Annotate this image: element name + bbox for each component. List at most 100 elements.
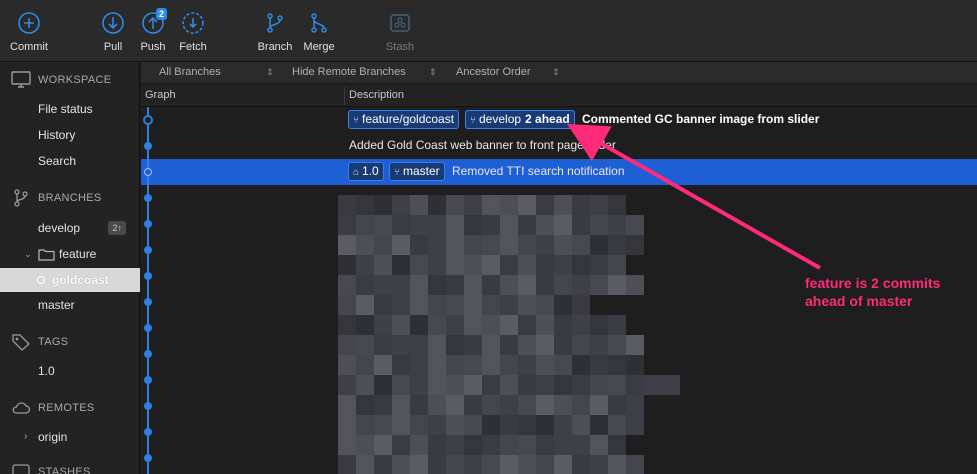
annotation-text: feature is 2 commits ahead of master xyxy=(805,274,940,310)
commit-node xyxy=(144,428,152,436)
tags-title: TAGS xyxy=(38,336,69,348)
chevron-updown-icon: ⇕ xyxy=(266,67,274,77)
stashes-header[interactable]: STASHES xyxy=(0,460,140,474)
sidebar-item-history[interactable]: History xyxy=(0,123,140,147)
fetch-icon xyxy=(182,12,204,34)
arrow-down-circle-icon xyxy=(102,12,124,34)
filter-bar: All Branches ⇕ Hide Remote Branches ⇕ An… xyxy=(141,62,977,84)
graph-column-header[interactable]: Graph xyxy=(145,89,176,101)
branch-tag-label: feature/goldcoast xyxy=(362,112,455,126)
origin-label: origin xyxy=(38,430,68,444)
description-column-header[interactable]: Description xyxy=(349,89,404,101)
column-header: Graph Description xyxy=(141,85,977,107)
commit-message: Added Gold Coast web banner to front pag… xyxy=(349,138,616,152)
commit-row-selected[interactable]: ⌂ 1.0 ⑂ master Removed TTI search notifica… xyxy=(141,159,977,185)
feature-label: feature xyxy=(59,247,97,261)
tag-label: 1.0 xyxy=(362,164,379,178)
annotation-line-1: feature is 2 commits xyxy=(805,275,941,291)
develop-label: develop xyxy=(38,221,81,235)
branch-icon xyxy=(267,13,283,33)
workspace-title: WORKSPACE xyxy=(38,74,112,86)
branch-tag-label: develop xyxy=(479,112,522,126)
sidebar-item-feature-folder[interactable]: ⌄ feature xyxy=(0,242,140,266)
branch-tag-label: master xyxy=(403,164,440,178)
tags-header[interactable]: TAGS xyxy=(0,330,140,354)
commit-node xyxy=(144,376,152,384)
fetch-button[interactable]: Fetch xyxy=(165,10,221,53)
commit-button[interactable]: Commit xyxy=(1,10,57,53)
branches-header[interactable]: BRANCHES xyxy=(0,186,140,210)
sidebar-item-goldcoast[interactable]: goldcoast xyxy=(0,268,140,292)
develop-ahead-badge: 2↑ xyxy=(108,221,126,235)
history-label: History xyxy=(38,128,76,142)
sidebar-item-file-status[interactable]: File status xyxy=(0,97,140,121)
commit-node-head xyxy=(143,115,153,125)
commit-row[interactable]: Added Gold Coast web banner to front pag… xyxy=(141,133,977,159)
chevron-down-icon: ⌄ xyxy=(24,249,32,259)
commit-node xyxy=(144,272,152,280)
fetch-label: Fetch xyxy=(179,41,207,53)
stash-icon xyxy=(390,14,410,32)
plus-circle-icon xyxy=(18,12,40,34)
file-status-label: File status xyxy=(38,102,93,116)
branches-title: BRANCHES xyxy=(38,192,102,204)
commit-node xyxy=(144,324,152,332)
commit-node xyxy=(144,402,152,410)
commit-message: Removed TTI search notification xyxy=(452,164,625,178)
cloud-icon xyxy=(12,402,31,414)
remotes-title: REMOTES xyxy=(38,402,95,414)
sidebar-item-develop[interactable]: develop 2↑ xyxy=(0,216,140,240)
branch-icon: ⑂ xyxy=(394,167,400,178)
workspace-header[interactable]: WORKSPACE xyxy=(0,68,140,92)
sidebar-item-master[interactable]: master xyxy=(0,293,140,317)
monitor-icon xyxy=(11,71,31,88)
commit-node xyxy=(144,220,152,228)
tag-icon xyxy=(12,334,30,351)
remote-filter-select[interactable]: Hide Remote Branches xyxy=(292,66,406,78)
tag-icon: ⌂ xyxy=(353,167,360,178)
branch-tag-master[interactable]: ⑂ master xyxy=(389,162,445,181)
search-label: Search xyxy=(38,154,77,168)
branch-tag-feature-goldcoast[interactable]: ⑂ feature/goldcoast xyxy=(348,110,460,129)
commit-row[interactable]: ⑂ feature/goldcoast ⑂ develop 2 ahead Comme… xyxy=(141,107,977,133)
merge-label: Merge xyxy=(303,41,335,53)
commit-node xyxy=(144,168,152,176)
ahead-count: 2 ahead xyxy=(525,112,570,126)
merge-button[interactable]: Merge xyxy=(291,10,347,53)
tag-1-0-label: 1.0 xyxy=(38,364,55,378)
toolbar: Commit Pull 2 Push Fetch Branch Merge St… xyxy=(0,0,977,62)
order-filter-select[interactable]: Ancestor Order xyxy=(456,66,531,78)
commit-node xyxy=(144,194,152,202)
commit-label: Commit xyxy=(10,41,48,53)
commit-message: Commented GC banner image from slider xyxy=(582,112,820,126)
sidebar-item-search[interactable]: Search xyxy=(0,149,140,173)
sidebar-item-origin[interactable]: › origin xyxy=(0,425,140,449)
chevron-updown-icon: ⇕ xyxy=(552,67,560,77)
column-divider[interactable] xyxy=(344,87,345,105)
annotation-line-2: ahead of master xyxy=(805,293,913,309)
stash-label: Stash xyxy=(385,41,415,53)
branch-icon: ⑂ xyxy=(470,115,476,126)
folder-icon xyxy=(38,249,55,261)
stash-button[interactable]: Stash xyxy=(372,10,428,53)
commit-node xyxy=(144,454,152,462)
commit-node xyxy=(144,142,152,150)
sidebar-item-tag-1-0[interactable]: 1.0 xyxy=(0,359,140,383)
commit-node xyxy=(144,298,152,306)
goldcoast-label: goldcoast xyxy=(52,273,109,287)
master-label: master xyxy=(38,298,75,312)
chevron-updown-icon: ⇕ xyxy=(429,67,437,77)
stashes-title: STASHES xyxy=(38,466,91,474)
branch-tag-develop[interactable]: ⑂ develop 2 ahead xyxy=(465,110,575,129)
current-branch-icon xyxy=(37,276,45,284)
commit-node xyxy=(144,350,152,358)
tag-1-0[interactable]: ⌂ 1.0 xyxy=(348,162,384,181)
sidebar: WORKSPACE File status History Search BRA… xyxy=(0,62,140,474)
remotes-header[interactable]: REMOTES xyxy=(0,396,140,420)
chevron-right-icon: › xyxy=(24,431,28,442)
branch-icon: ⑂ xyxy=(353,115,359,126)
redacted-region xyxy=(338,195,688,474)
stash-icon xyxy=(12,464,30,474)
branches-filter-select[interactable]: All Branches xyxy=(159,66,221,78)
commit-node xyxy=(144,246,152,254)
